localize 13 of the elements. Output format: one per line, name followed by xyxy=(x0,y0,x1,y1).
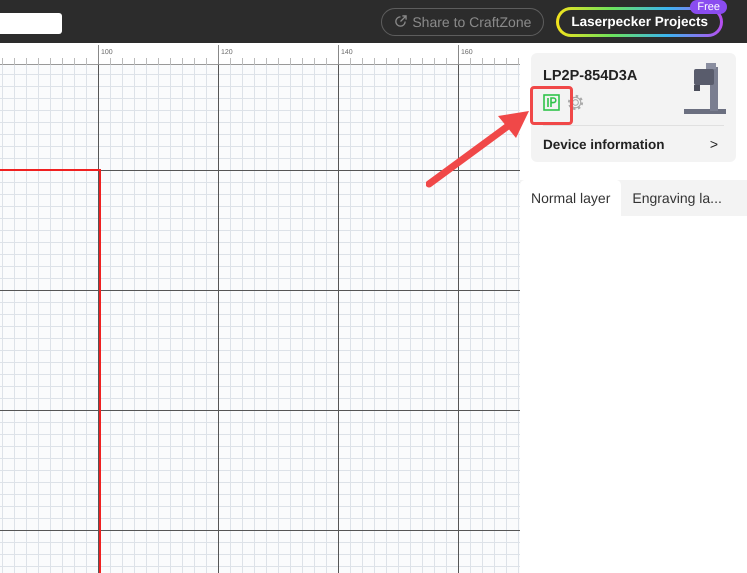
gear-icon[interactable] xyxy=(566,93,585,112)
layer-tab[interactable]: Engraving la... xyxy=(621,180,733,216)
grid-canvas[interactable] xyxy=(0,65,520,573)
chevron-icon: > xyxy=(710,136,718,152)
device-name: LP2P-854D3A xyxy=(543,68,638,84)
device-information-label: Device information xyxy=(543,136,665,152)
ip-icon[interactable] xyxy=(543,94,560,111)
share-icon xyxy=(394,15,408,28)
highlight-frame xyxy=(530,86,573,125)
device-information-link[interactable]: Device information > xyxy=(543,126,724,162)
layer-tab[interactable]: Normal layer xyxy=(520,180,622,216)
free-badge: Free xyxy=(690,0,727,14)
input-field[interactable] xyxy=(0,13,62,34)
